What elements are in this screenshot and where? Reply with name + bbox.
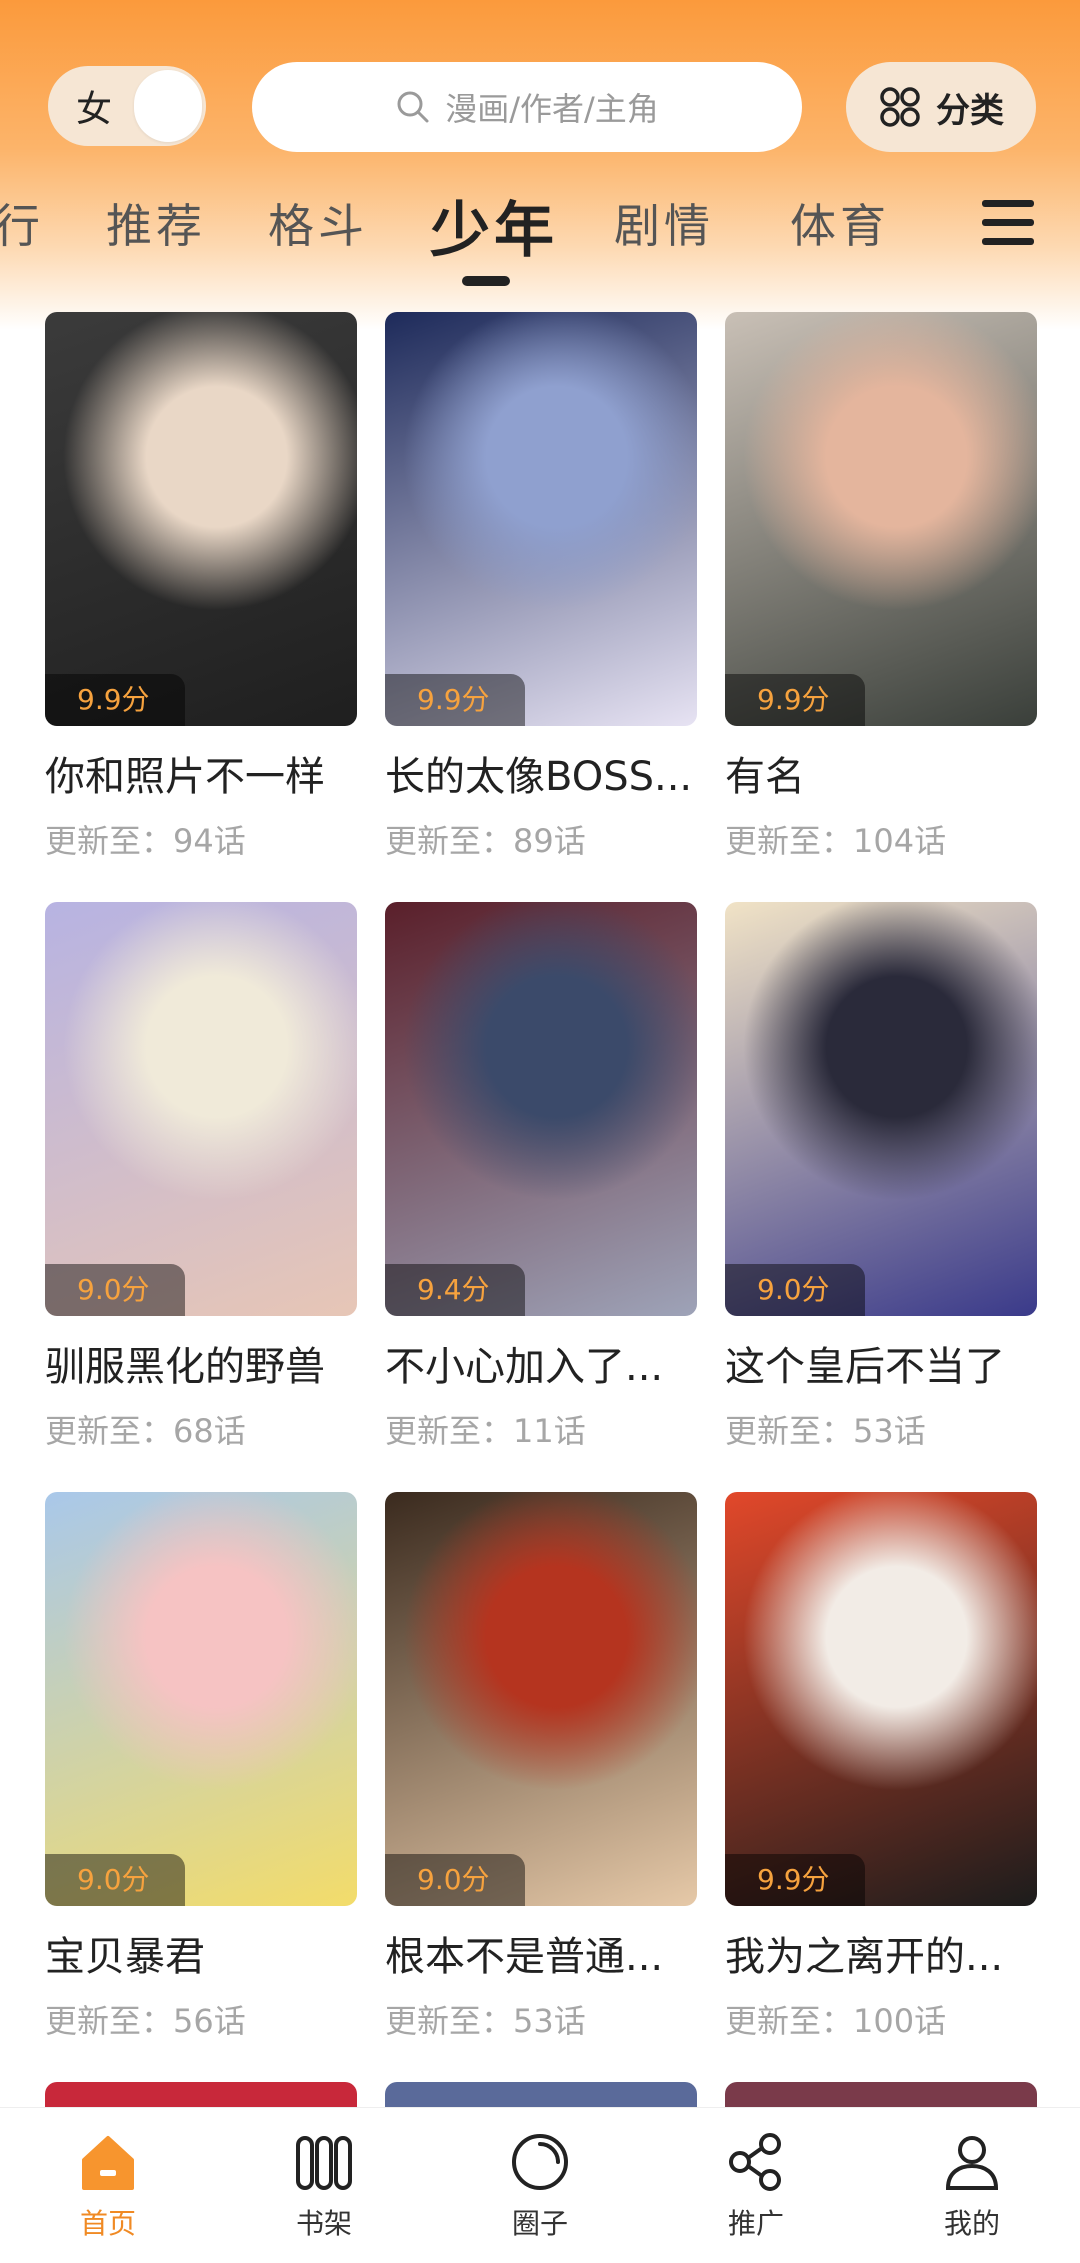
circle-icon [512, 2134, 568, 2190]
comic-title: 驯服黑化的野兽 [45, 1344, 325, 1390]
comic-title: 我为之离开的... [725, 1934, 1004, 1980]
update-status: 更新至：11话 [385, 1412, 586, 1450]
category-button[interactable]: 分类 [846, 62, 1036, 152]
cover-art [385, 902, 697, 1316]
comic-cover[interactable]: 9.9分 [725, 312, 1037, 726]
comic-card[interactable]: 9.9分我为之离开的... 更新至：100话 [725, 1492, 1037, 2042]
cover-art [45, 902, 357, 1316]
share-icon [729, 2133, 781, 2191]
update-status: 更新至：53话 [725, 1412, 926, 1450]
cover-art [45, 312, 357, 726]
comic-title: 不小心加入了... [385, 1344, 664, 1390]
score-badge: 9.0分 [45, 1264, 185, 1316]
comic-card[interactable]: 9.9分有名更新至：104话 [725, 312, 1037, 862]
comic-card[interactable]: 9.4分不小心加入了... 更新至：11话 [385, 902, 697, 1452]
comic-cover[interactable]: 9.0分 [45, 1492, 357, 1906]
nav-circle-label: 圈子 [511, 2207, 568, 2240]
tab-drama[interactable]: 剧情 [614, 190, 714, 256]
update-status: 更新至：56话 [45, 2002, 246, 2040]
update-status: 更新至：89话 [385, 822, 586, 860]
comic-title: 长的太像BOSS... [385, 754, 693, 800]
update-status: 更新至：104话 [725, 822, 947, 860]
cover-art [45, 1492, 357, 1906]
nav-home[interactable]: 首页 [38, 2130, 178, 2242]
comic-cover[interactable]: 9.0分 [385, 1492, 697, 1906]
comic-card[interactable]: 9.0分这个皇后不当了更新至：53话 [725, 902, 1037, 1452]
bottom-nav: 首页 书架 圈子 推广 我的 [0, 2107, 1080, 2263]
cover-art [725, 902, 1037, 1316]
score-badge: 9.0分 [45, 1854, 185, 1906]
hamburger-menu-icon[interactable] [982, 200, 1034, 246]
comic-card[interactable]: 9.0分根本不是普通... 更新至：53话 [385, 1492, 697, 2042]
comic-card[interactable]: 9.9分你和照片不一样更新至：94话 [45, 312, 357, 862]
comic-cover[interactable]: 9.0分 [45, 902, 357, 1316]
cover-art [725, 312, 1037, 726]
update-status: 更新至：100话 [725, 2002, 947, 2040]
update-status: 更新至：94话 [45, 822, 246, 860]
comic-cover[interactable]: 9.9分 [725, 1492, 1037, 1906]
score-badge: 9.0分 [385, 1854, 525, 1906]
comic-cover[interactable]: 9.9分 [385, 312, 697, 726]
nav-home-label: 首页 [79, 2207, 136, 2240]
update-status: 更新至：53话 [385, 2002, 586, 2040]
active-tab-indicator [462, 276, 510, 286]
cover-art [725, 1492, 1037, 1906]
profile-icon [945, 2136, 999, 2190]
category-tabs: 行 推荐 格斗 少年 剧情 体育 [0, 190, 1080, 300]
category-label: 分类 [936, 90, 1004, 131]
nav-promote[interactable]: 推广 [686, 2130, 826, 2242]
search-placeholder: 漫画/作者/主角 [445, 90, 659, 128]
gender-toggle[interactable]: 女 [48, 66, 206, 146]
comic-cover[interactable]: 9.4分 [385, 902, 697, 1316]
score-badge: 9.9分 [45, 674, 185, 726]
comic-cover[interactable]: 9.9分 [45, 312, 357, 726]
comic-title: 这个皇后不当了 [725, 1344, 1005, 1390]
comic-card[interactable]: 9.0分驯服黑化的野兽更新至：68话 [45, 902, 357, 1452]
score-badge: 9.4分 [385, 1264, 525, 1316]
category-grid-icon [880, 87, 920, 127]
comic-title: 宝贝暴君 [45, 1934, 205, 1980]
search-icon [397, 91, 429, 123]
tab-recommend[interactable]: 推荐 [106, 190, 206, 256]
nav-promote-label: 推广 [727, 2207, 784, 2240]
score-badge: 9.9分 [385, 674, 525, 726]
home-icon [82, 2136, 134, 2190]
tab-partial[interactable]: 行 [0, 190, 44, 256]
score-badge: 9.9分 [725, 674, 865, 726]
comic-title: 有名 [725, 754, 805, 800]
tab-sports[interactable]: 体育 [790, 190, 890, 256]
bookshelf-icon [296, 2136, 352, 2190]
comic-card[interactable]: 9.0分宝贝暴君更新至：56话 [45, 1492, 357, 2042]
comic-title: 你和照片不一样 [45, 754, 325, 800]
nav-circle[interactable]: 圈子 [470, 2130, 610, 2242]
update-status: 更新至：68话 [45, 1412, 246, 1450]
score-badge: 9.9分 [725, 1854, 865, 1906]
nav-bookshelf-label: 书架 [295, 2207, 352, 2240]
cover-art [385, 312, 697, 726]
nav-profile-label: 我的 [943, 2207, 1000, 2240]
toggle-knob [134, 70, 202, 142]
nav-profile[interactable]: 我的 [902, 2130, 1042, 2242]
search-input[interactable]: 漫画/作者/主角 [252, 62, 802, 152]
comic-title: 根本不是普通... [385, 1934, 664, 1980]
nav-bookshelf[interactable]: 书架 [254, 2130, 394, 2242]
score-badge: 9.0分 [725, 1264, 865, 1316]
comic-cover[interactable]: 9.0分 [725, 902, 1037, 1316]
tab-fighting[interactable]: 格斗 [268, 190, 368, 256]
comic-card[interactable]: 9.9分长的太像BOSS... 更新至：89话 [385, 312, 697, 862]
tab-shounen[interactable]: 少年 [430, 182, 558, 269]
gender-toggle-label: 女 [76, 89, 113, 130]
cover-art [385, 1492, 697, 1906]
